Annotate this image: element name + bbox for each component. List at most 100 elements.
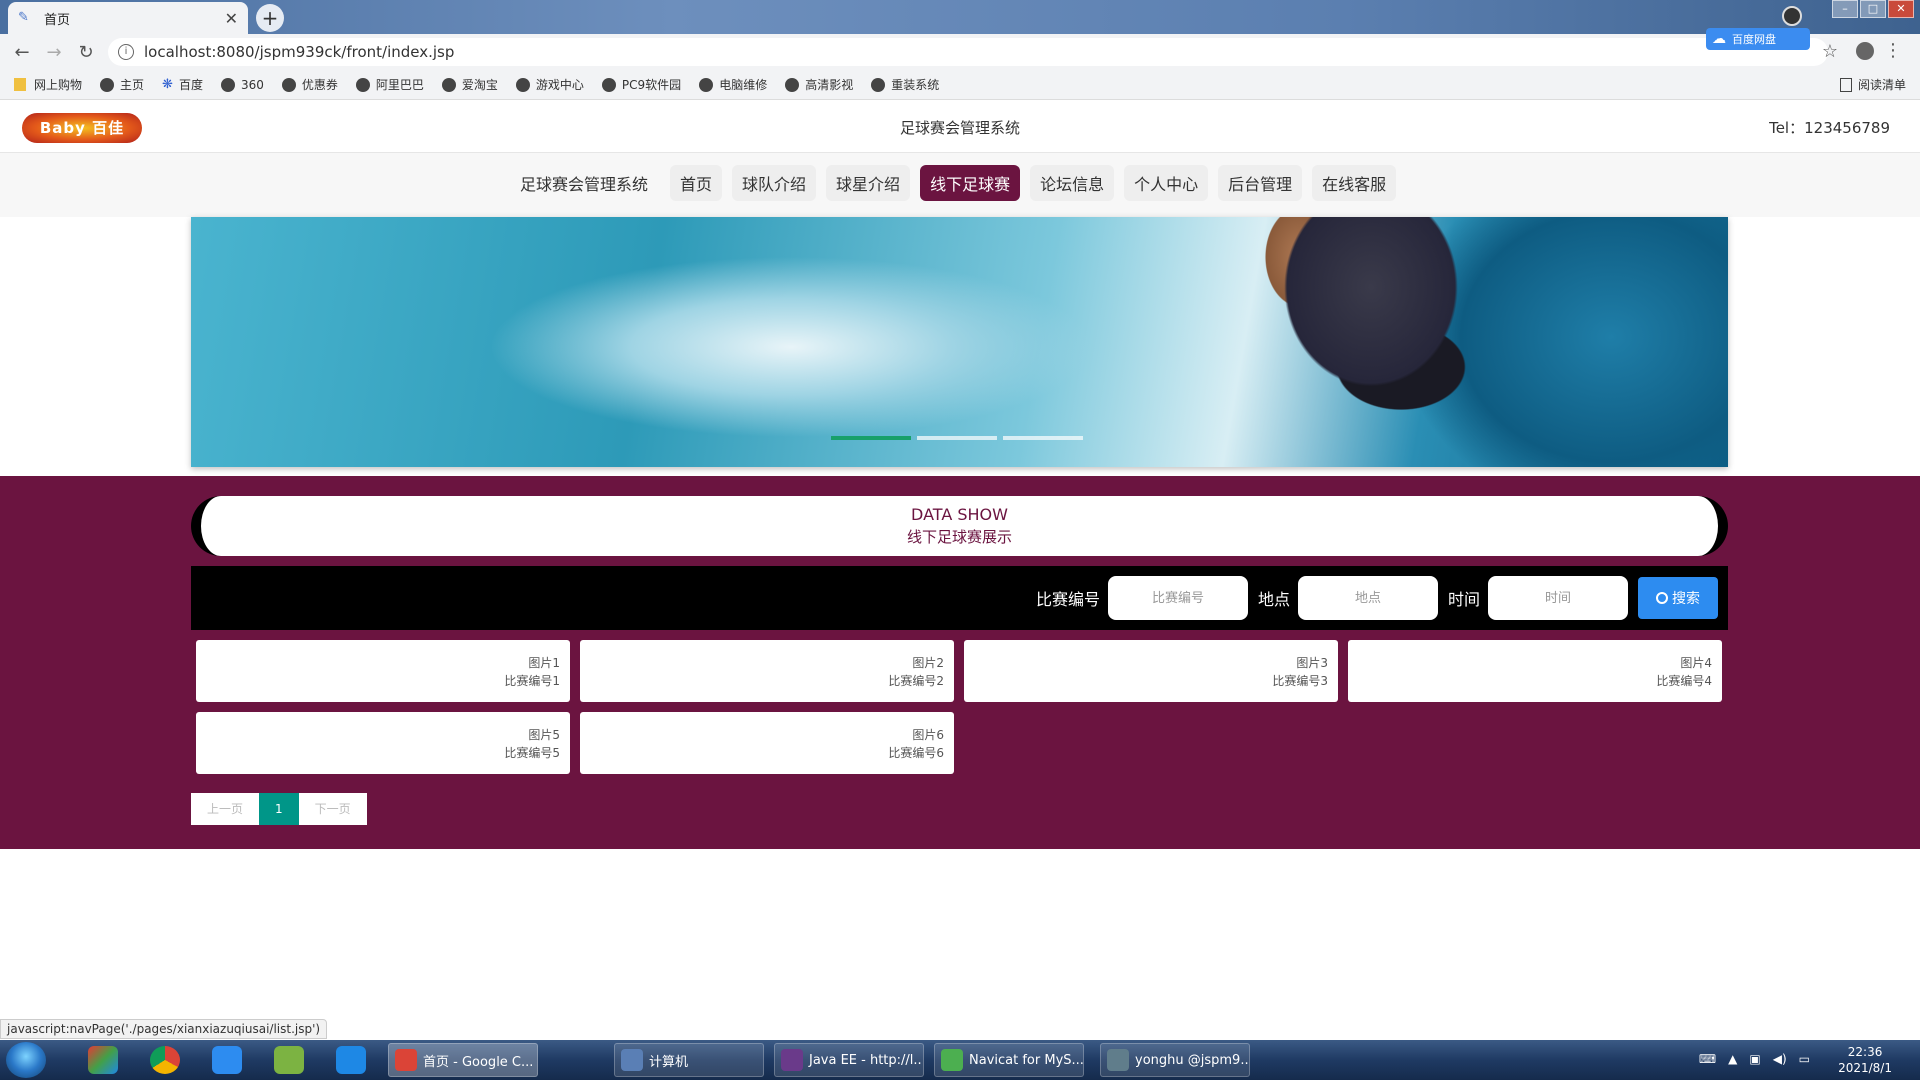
match-card[interactable]: 图片6 比赛编号6 <box>580 712 954 774</box>
chrome-icon[interactable] <box>150 1046 180 1074</box>
taskbar-window-button[interactable]: yonghu @jspm9... <box>1100 1043 1250 1077</box>
banner-indicator-dot[interactable] <box>917 436 997 440</box>
profile-icon[interactable] <box>1856 42 1874 60</box>
taskbar-window-label: 首页 - Google C... <box>423 1054 534 1070</box>
action-center-icon[interactable]: ▭ <box>1799 1052 1810 1066</box>
tray-expand-icon[interactable]: ▲ <box>1728 1052 1737 1066</box>
reading-list-button[interactable]: 阅读清单 <box>1839 76 1906 93</box>
system-clock[interactable]: 22:36 2021/8/1 <box>1838 1044 1892 1076</box>
match-card[interactable]: 图片1 比赛编号1 <box>196 640 570 702</box>
baidu-netdisk-extension[interactable]: ☁ 百度网盘 <box>1706 28 1810 50</box>
match-card[interactable]: 图片3 比赛编号3 <box>964 640 1338 702</box>
baidu-pill-label: 百度网盘 <box>1732 33 1776 46</box>
nav-item[interactable]: 论坛信息 <box>1030 165 1115 201</box>
search-button[interactable]: 搜索 <box>1638 577 1718 619</box>
page-number-current[interactable]: 1 <box>259 793 299 825</box>
section-title-box: DATA SHOW 线下足球赛展示 <box>191 496 1728 556</box>
document-app-icon[interactable] <box>336 1046 366 1074</box>
tab-search-icon[interactable] <box>1782 6 1802 26</box>
browser-tab[interactable]: ✎ 首页 ✕ <box>8 2 248 34</box>
nav-brand[interactable]: 足球赛会管理系统 <box>512 165 656 201</box>
search-button-label: 搜索 <box>1672 591 1700 607</box>
taskbar-window-button[interactable]: Navicat for MyS... <box>934 1043 1084 1077</box>
bookmark-item[interactable]: 重装系统 <box>871 76 939 93</box>
bookmark-item[interactable]: PC9软件园 <box>601 76 681 93</box>
card-match-code: 比赛编号2 <box>888 674 944 688</box>
volume-icon[interactable]: ◀) <box>1773 1052 1787 1066</box>
window-app-icon <box>941 1049 963 1071</box>
url-field[interactable]: i localhost:8080/jspm939ck/front/index.j… <box>108 38 1828 66</box>
card-image-label: 图片3 <box>1296 656 1328 670</box>
bookmark-item[interactable]: 电脑维修 <box>699 76 767 93</box>
section-title-cn: 线下足球赛展示 <box>906 528 1012 546</box>
search-field-input[interactable] <box>1297 576 1438 620</box>
system-tray: ⌨ ▲ ▣ ◀) ▭ <box>1699 1052 1810 1066</box>
nav-item[interactable]: 球星介绍 <box>826 165 911 201</box>
folder-icon <box>14 78 26 91</box>
card-image-label: 图片2 <box>912 656 944 670</box>
card-match-code: 比赛编号6 <box>888 746 944 760</box>
search-field-label: 时间 <box>1447 590 1480 609</box>
bookmark-item[interactable]: 主页 <box>100 76 144 93</box>
globe-icon <box>515 77 530 92</box>
bookmark-item[interactable]: 网上购物 <box>14 76 82 93</box>
banner-indicator-dot[interactable] <box>831 436 911 440</box>
nav-item[interactable]: 后台管理 <box>1218 165 1303 201</box>
minimize-icon[interactable]: – <box>1832 0 1858 18</box>
keyboard-icon[interactable]: ⌨ <box>1699 1052 1716 1066</box>
taskbar-window-button[interactable]: Java EE - http://l... <box>774 1043 924 1077</box>
bookmark-label: 360 <box>240 77 264 92</box>
globe-icon <box>220 77 235 92</box>
card-image-label: 图片1 <box>528 656 560 670</box>
prev-page-button[interactable]: 上一页 <box>191 793 260 825</box>
nav-item[interactable]: 线下足球赛 <box>920 165 1021 201</box>
search-field-input[interactable] <box>1107 576 1248 620</box>
pinned-app-icon[interactable] <box>88 1046 118 1074</box>
match-card[interactable]: 图片2 比赛编号2 <box>580 640 954 702</box>
taskbar-window-button[interactable]: 计算机 <box>614 1043 764 1077</box>
window-app-icon <box>1107 1049 1129 1071</box>
network-icon[interactable]: ▣ <box>1749 1052 1760 1066</box>
taskbar-window-button[interactable]: 首页 - Google C... <box>388 1043 538 1077</box>
status-bar-link: javascript:navPage('./pages/xianxiazuqiu… <box>0 1019 328 1039</box>
bookmark-item[interactable]: 游戏中心 <box>515 76 584 93</box>
address-bar: ← → ↻ i localhost:8080/jspm939ck/front/i… <box>0 34 1920 70</box>
match-card[interactable]: 图片5 比赛编号5 <box>196 712 570 774</box>
tab-title: 首页 <box>44 12 71 28</box>
maximize-icon[interactable]: □ <box>1860 0 1886 18</box>
bookmark-item[interactable]: 高清影视 <box>785 76 853 93</box>
search-field-input[interactable] <box>1488 576 1628 620</box>
bookmark-item[interactable]: 360 <box>220 77 264 92</box>
data-show-section: DATA SHOW 线下足球赛展示 比赛编号地点时间 搜索 图片1比赛编号1图片… <box>0 476 1920 849</box>
page-favicon-icon: ✎ <box>18 10 29 25</box>
bookmark-item[interactable]: 优惠券 <box>281 76 338 93</box>
bookmark-star-icon[interactable]: ☆ <box>1822 41 1838 62</box>
nav-item[interactable]: 球队介绍 <box>732 165 817 201</box>
nav-item[interactable]: 在线客服 <box>1312 165 1397 201</box>
bookmark-label: 百度 <box>178 78 203 92</box>
taskbar-window-label: yonghu @jspm9... <box>1135 1052 1250 1068</box>
new-tab-button[interactable]: + <box>256 4 284 32</box>
close-window-icon[interactable]: ✕ <box>1888 0 1914 18</box>
nav-item[interactable]: 个人中心 <box>1124 165 1209 201</box>
bookmark-item[interactable]: 阿里巴巴 <box>355 76 424 93</box>
baidu-netdisk-icon[interactable] <box>212 1046 242 1074</box>
reload-icon[interactable]: ↻ <box>70 42 102 63</box>
close-tab-icon[interactable]: ✕ <box>225 9 238 28</box>
banner-indicator-dot[interactable] <box>1003 436 1083 440</box>
bookmark-item[interactable]: ❋ 百度 <box>162 76 203 93</box>
forward-icon[interactable]: → <box>38 42 70 63</box>
globe-icon <box>601 77 616 92</box>
browser-menu-icon[interactable]: ⋮ <box>1884 40 1902 61</box>
match-card[interactable]: 图片4 比赛编号4 <box>1348 640 1722 702</box>
search-bar: 比赛编号 地点 时间 搜索 <box>191 566 1728 630</box>
back-icon[interactable]: ← <box>6 42 38 63</box>
bookmark-item[interactable]: 爱淘宝 <box>441 76 498 93</box>
site-info-icon[interactable]: i <box>118 44 134 60</box>
card-match-code: 比赛编号5 <box>504 746 560 760</box>
nav-item[interactable]: 首页 <box>670 165 723 201</box>
spreadsheet-app-icon[interactable] <box>274 1046 304 1074</box>
start-button[interactable] <box>6 1042 46 1078</box>
card-match-code: 比赛编号3 <box>1272 674 1328 688</box>
next-page-button[interactable]: 下一页 <box>298 793 367 825</box>
